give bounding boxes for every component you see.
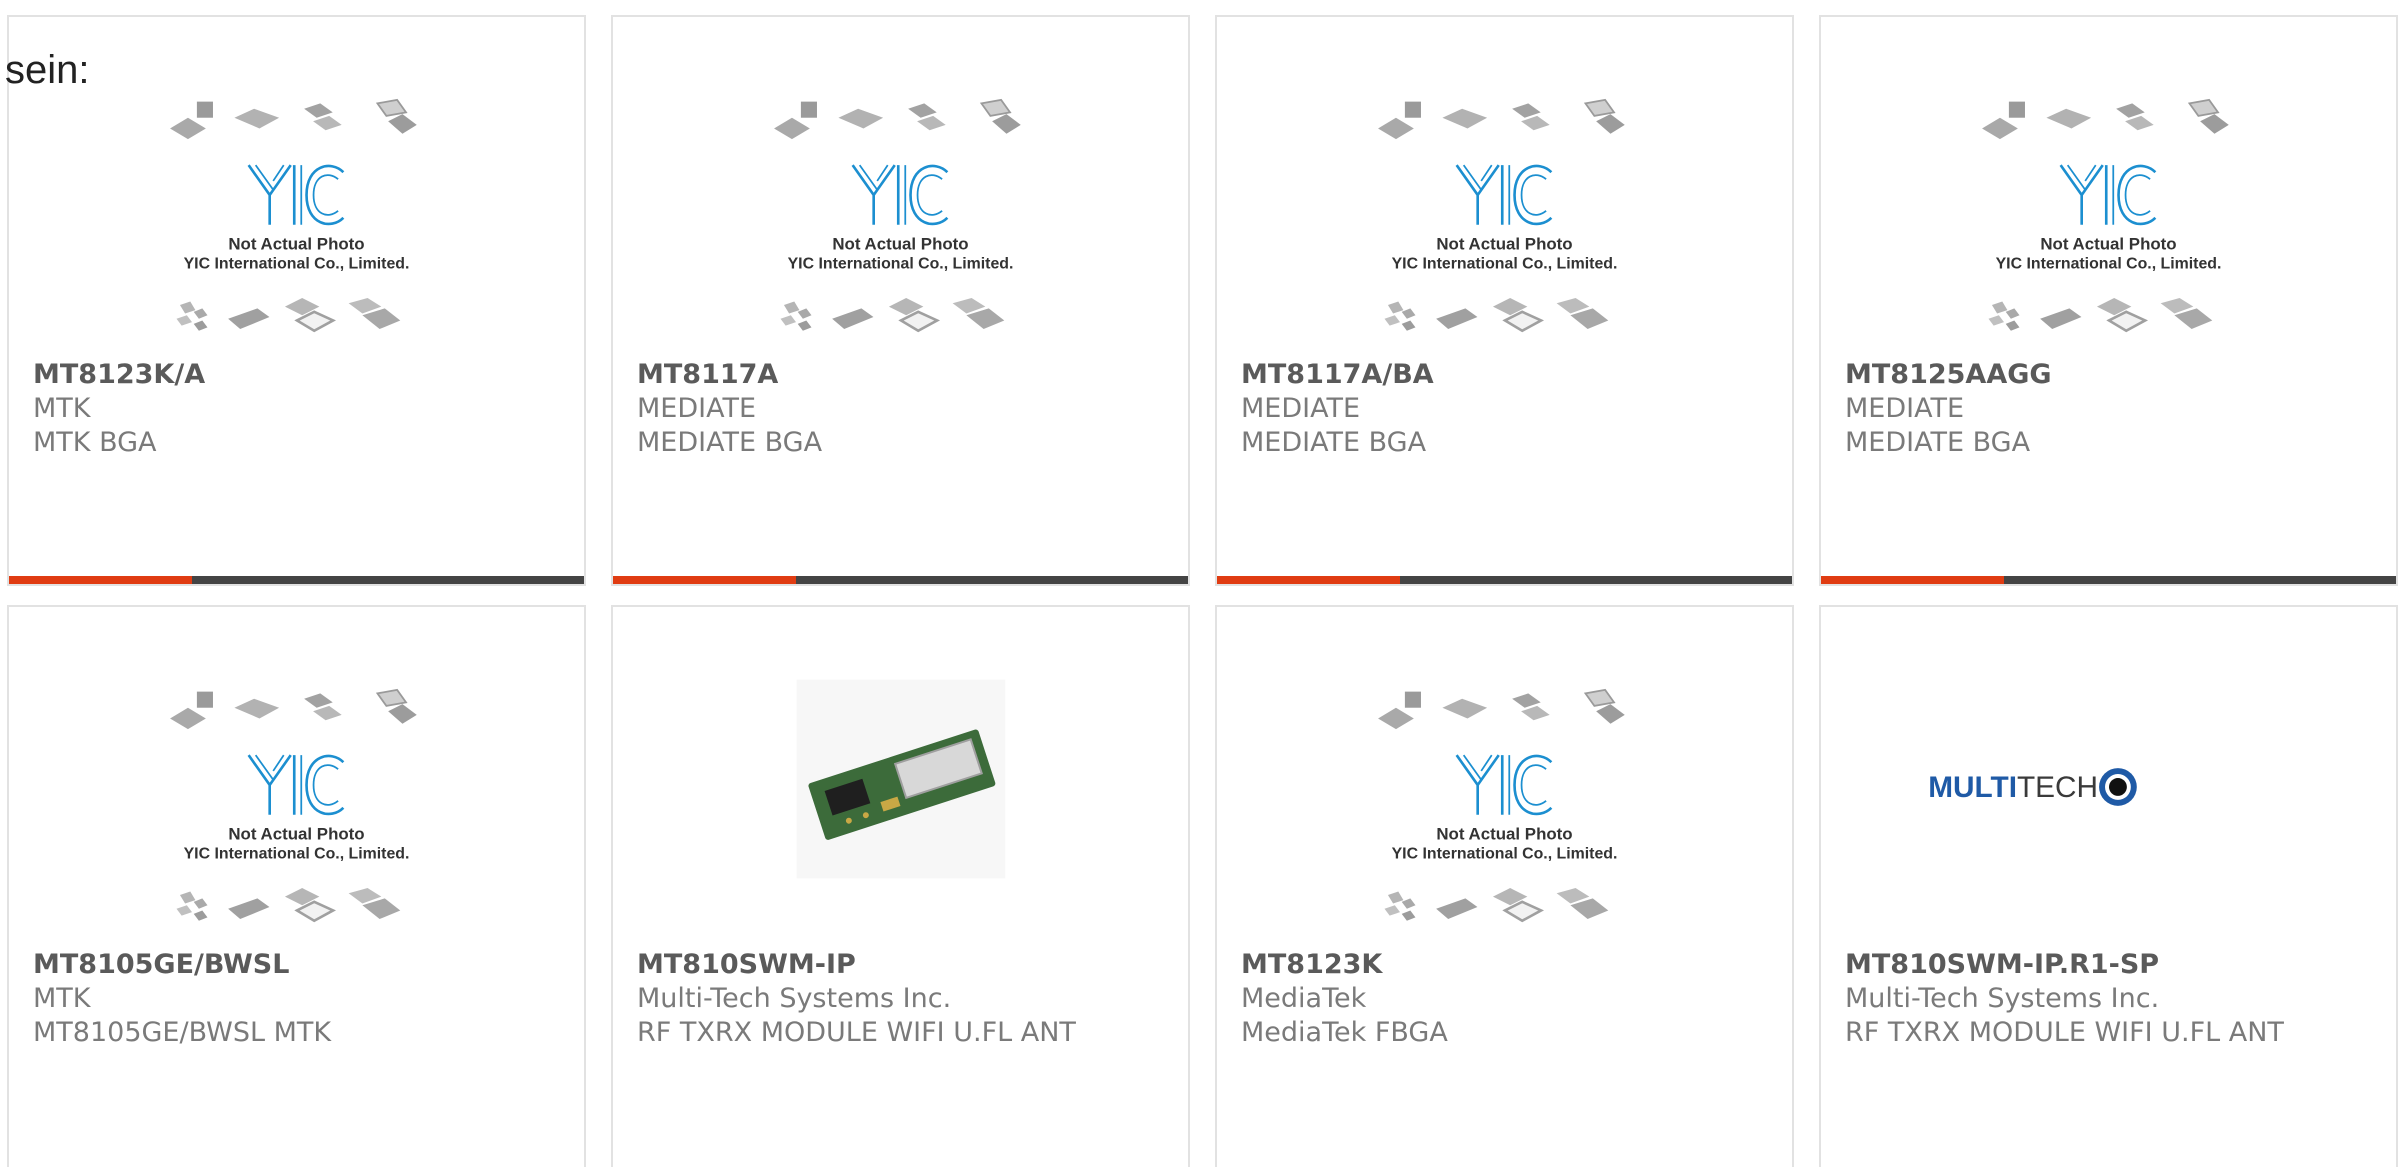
yic-logo-icon <box>851 163 949 227</box>
product-description: RF TXRX MODULE WIFI U.FL ANT <box>637 1017 1076 1048</box>
yic-logo-icon <box>2059 163 2157 227</box>
product-description: MTK BGA <box>33 427 157 458</box>
chip-collage-bottom <box>175 296 402 333</box>
product-manufacturer: MTK <box>33 983 91 1014</box>
not-actual-photo-image[interactable]: Not Actual PhotoYIC International Co., L… <box>9 17 584 367</box>
product-description: MEDIATE BGA <box>637 427 823 458</box>
not-actual-photo-image[interactable]: Not Actual PhotoYIC International Co., L… <box>1821 17 2396 367</box>
product-part-number-link[interactable]: MT810SWM-IP.R1-SP <box>1845 948 2386 982</box>
not-actual-photo-image[interactable]: Not Actual PhotoYIC International Co., L… <box>1217 17 1792 367</box>
chip-collage-top <box>169 98 418 141</box>
product-card[interactable]: Not Actual Photo YIC International Co., L… <box>611 15 1190 586</box>
product-part-number-link[interactable]: MT8123K/A <box>33 358 574 392</box>
product-description: RF TXRX MODULE WIFI U.FL ANT <box>1845 1017 2284 1048</box>
not-actual-photo-line2: YIC International Co., Limited. <box>1996 255 2222 272</box>
not-actual-photo-line2: YIC International Co., Limited. <box>184 845 410 862</box>
product-grid-page: sein: Not Actual Photo YIC International … <box>0 0 2400 1167</box>
product-manufacturer: MTK <box>33 393 91 424</box>
not-actual-photo-line1: Not Actual Photo <box>1436 235 1572 254</box>
chip-collage-top <box>773 98 1022 141</box>
card-bottom-bar <box>1217 576 1792 584</box>
product-card[interactable]: Not Actual Photo YIC International Co., L… <box>7 15 586 586</box>
product-manufacturer: MEDIATE <box>1845 393 1965 424</box>
product-description: MT8105GE/BWSL MTK <box>33 1017 332 1048</box>
product-part-number-link[interactable]: MT8117A/BA <box>1241 358 1782 392</box>
product-info: MT8117A MEDIATE MEDIATE BGA <box>637 358 1178 460</box>
chip-collage-top <box>1377 688 1626 731</box>
not-actual-photo-line2: YIC International Co., Limited. <box>1392 845 1618 862</box>
product-card[interactable]: MT810SWM-IP Multi-Tech Systems Inc. RF TXR… <box>611 605 1190 1167</box>
product-card[interactable]: Not Actual Photo YIC International Co., L… <box>7 605 586 1167</box>
not-actual-photo-image[interactable]: Not Actual PhotoYIC International Co., L… <box>613 17 1188 367</box>
product-manufacturer: MediaTek <box>1241 983 1367 1014</box>
multitech-logo-image[interactable]: MULTITECH <box>1821 607 2396 957</box>
chip-collage-bottom <box>175 886 402 923</box>
product-info: MT8123K MediaTek MediaTek FBGA <box>1241 948 1782 1050</box>
not-actual-photo-line1: Not Actual Photo <box>228 825 364 844</box>
chip-collage-top <box>1377 98 1626 141</box>
yic-logo-icon <box>247 163 345 227</box>
product-card[interactable]: Not Actual Photo YIC International Co., L… <box>1215 605 1794 1167</box>
card-bottom-bar-accent <box>9 576 192 584</box>
not-actual-photo-line2: YIC International Co., Limited. <box>1392 255 1618 272</box>
not-actual-photo-line2: YIC International Co., Limited. <box>788 255 1014 272</box>
leading-text: sein: <box>5 48 90 92</box>
product-info: MT8125AAGG MEDIATE MEDIATE BGA <box>1845 358 2386 460</box>
not-actual-photo-line1: Not Actual Photo <box>2040 235 2176 254</box>
chip-collage-bottom <box>1383 296 1610 333</box>
multitech-logo-text: MULTITECH <box>1928 771 2098 804</box>
chip-collage-bottom <box>1987 296 2214 333</box>
product-part-number-link[interactable]: MT8125AAGG <box>1845 358 2386 392</box>
product-manufacturer: MEDIATE <box>637 393 757 424</box>
card-bottom-bar-accent <box>1217 576 1400 584</box>
product-card[interactable]: MULTITECH MT810SWM-IP.R1-SP Multi-Tech Sys… <box>1819 605 2398 1167</box>
product-description: MEDIATE BGA <box>1845 427 2031 458</box>
product-part-number-link[interactable]: MT810SWM-IP <box>637 948 1178 982</box>
product-part-number-link[interactable]: MT8123K <box>1241 948 1782 982</box>
product-manufacturer: Multi-Tech Systems Inc. <box>637 983 952 1014</box>
product-card[interactable]: Not Actual Photo YIC International Co., L… <box>1819 15 2398 586</box>
chip-collage-top <box>1981 98 2230 141</box>
product-info: MT810SWM-IP.R1-SP Multi-Tech Systems Inc.… <box>1845 948 2386 1050</box>
yic-logo-icon <box>1455 753 1553 817</box>
not-actual-photo-image[interactable]: Not Actual PhotoYIC International Co., L… <box>9 607 584 957</box>
card-bottom-bar-accent <box>613 576 796 584</box>
wifi-module-photo[interactable] <box>613 607 1188 957</box>
card-bottom-bar <box>1821 576 2396 584</box>
chip-collage-bottom <box>1383 886 1610 923</box>
multitech-logo-mark-icon <box>2099 768 2137 806</box>
product-manufacturer: MEDIATE <box>1241 393 1361 424</box>
yic-logo-icon <box>1455 163 1553 227</box>
product-part-number-link[interactable]: MT8117A <box>637 358 1178 392</box>
not-actual-photo-line1: Not Actual Photo <box>832 235 968 254</box>
product-info: MT810SWM-IP Multi-Tech Systems Inc. RF TXR… <box>637 948 1178 1050</box>
yic-logo-icon <box>247 753 345 817</box>
not-actual-photo-line2: YIC International Co., Limited. <box>184 255 410 272</box>
not-actual-photo-line1: Not Actual Photo <box>228 235 364 254</box>
product-info: MT8123K/A MTK MTK BGA <box>33 358 574 460</box>
chip-collage-top <box>169 688 418 731</box>
product-info: MT8117A/BA MEDIATE MEDIATE BGA <box>1241 358 1782 460</box>
product-manufacturer: Multi-Tech Systems Inc. <box>1845 983 2160 1014</box>
product-part-number-link[interactable]: MT8105GE/BWSL <box>33 948 574 982</box>
not-actual-photo-image[interactable]: Not Actual PhotoYIC International Co., L… <box>1217 607 1792 957</box>
product-description: MediaTek FBGA <box>1241 1017 1448 1048</box>
chip-collage-bottom <box>779 296 1006 333</box>
card-bottom-bar <box>613 576 1188 584</box>
product-info: MT8105GE/BWSL MTK MT8105GE/BWSL MTK <box>33 948 574 1050</box>
product-description: MEDIATE BGA <box>1241 427 1427 458</box>
product-card[interactable]: Not Actual Photo YIC International Co., L… <box>1215 15 1794 586</box>
card-bottom-bar <box>9 576 584 584</box>
card-bottom-bar-accent <box>1821 576 2004 584</box>
not-actual-photo-line1: Not Actual Photo <box>1436 825 1572 844</box>
